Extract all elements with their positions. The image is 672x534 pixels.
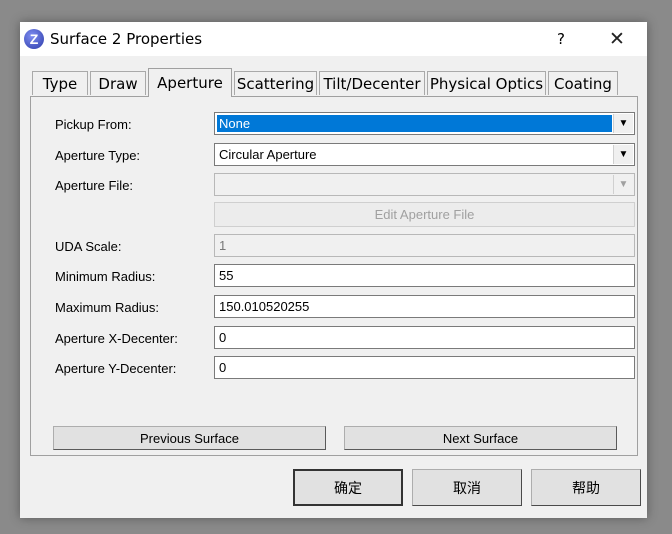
tab-physical-optics[interactable]: Physical Optics <box>427 71 546 95</box>
help-icon[interactable]: ? <box>548 26 574 52</box>
aperture-file-label: Aperture File: <box>55 178 134 193</box>
tab-coating[interactable]: Coating <box>548 71 618 95</box>
tab-type[interactable]: Type <box>32 71 88 95</box>
aperture-type-dropdown[interactable]: Circular Aperture ▼ <box>214 143 635 166</box>
aperture-y-decenter-field[interactable]: 0 <box>214 356 635 379</box>
chevron-down-icon: ▼ <box>613 175 633 194</box>
properties-dialog: Z Surface 2 Properties ? ✕ Type Draw Ape… <box>20 22 647 518</box>
pickup-from-value: None <box>217 115 612 132</box>
aperture-x-decenter-field[interactable]: 0 <box>214 326 635 349</box>
pickup-from-label: Pickup From: <box>55 117 132 132</box>
tab-draw[interactable]: Draw <box>90 71 146 95</box>
tab-scattering[interactable]: Scattering <box>234 71 317 95</box>
tab-tilt-decenter[interactable]: Tilt/Decenter <box>319 71 425 95</box>
help-button[interactable]: 帮助 <box>531 469 641 506</box>
chevron-down-icon[interactable]: ▼ <box>613 145 633 164</box>
uda-scale-label: UDA Scale: <box>55 239 122 254</box>
minimum-radius-label: Minimum Radius: <box>55 269 156 284</box>
title-bar: Z Surface 2 Properties ? ✕ <box>20 22 647 56</box>
uda-scale-field: 1 <box>214 234 635 257</box>
maximum-radius-field[interactable]: 150.010520255 <box>214 295 635 318</box>
edit-aperture-file-button: Edit Aperture File <box>214 202 635 227</box>
aperture-type-value: Circular Aperture <box>219 147 317 162</box>
cancel-button[interactable]: 取消 <box>412 469 522 506</box>
previous-surface-button[interactable]: Previous Surface <box>53 426 326 450</box>
maximum-radius-label: Maximum Radius: <box>55 300 160 315</box>
next-surface-button[interactable]: Next Surface <box>344 426 617 450</box>
minimum-radius-field[interactable]: 55 <box>214 264 635 287</box>
ok-button[interactable]: 确定 <box>293 469 403 506</box>
app-logo-icon: Z <box>24 29 44 49</box>
close-icon[interactable]: ✕ <box>600 26 634 52</box>
aperture-file-dropdown: ▼ <box>214 173 635 196</box>
aperture-y-decenter-label: Aperture Y-Decenter: <box>55 361 177 376</box>
window-title: Surface 2 Properties <box>50 30 203 48</box>
tab-aperture[interactable]: Aperture <box>148 68 232 97</box>
aperture-file-value <box>217 176 612 193</box>
pickup-from-dropdown[interactable]: None ▼ <box>214 112 635 135</box>
aperture-panel: Pickup From: None ▼ Aperture Type: Circu… <box>30 96 638 456</box>
aperture-x-decenter-label: Aperture X-Decenter: <box>55 331 178 346</box>
chevron-down-icon[interactable]: ▼ <box>613 114 633 133</box>
aperture-type-label: Aperture Type: <box>55 148 141 163</box>
